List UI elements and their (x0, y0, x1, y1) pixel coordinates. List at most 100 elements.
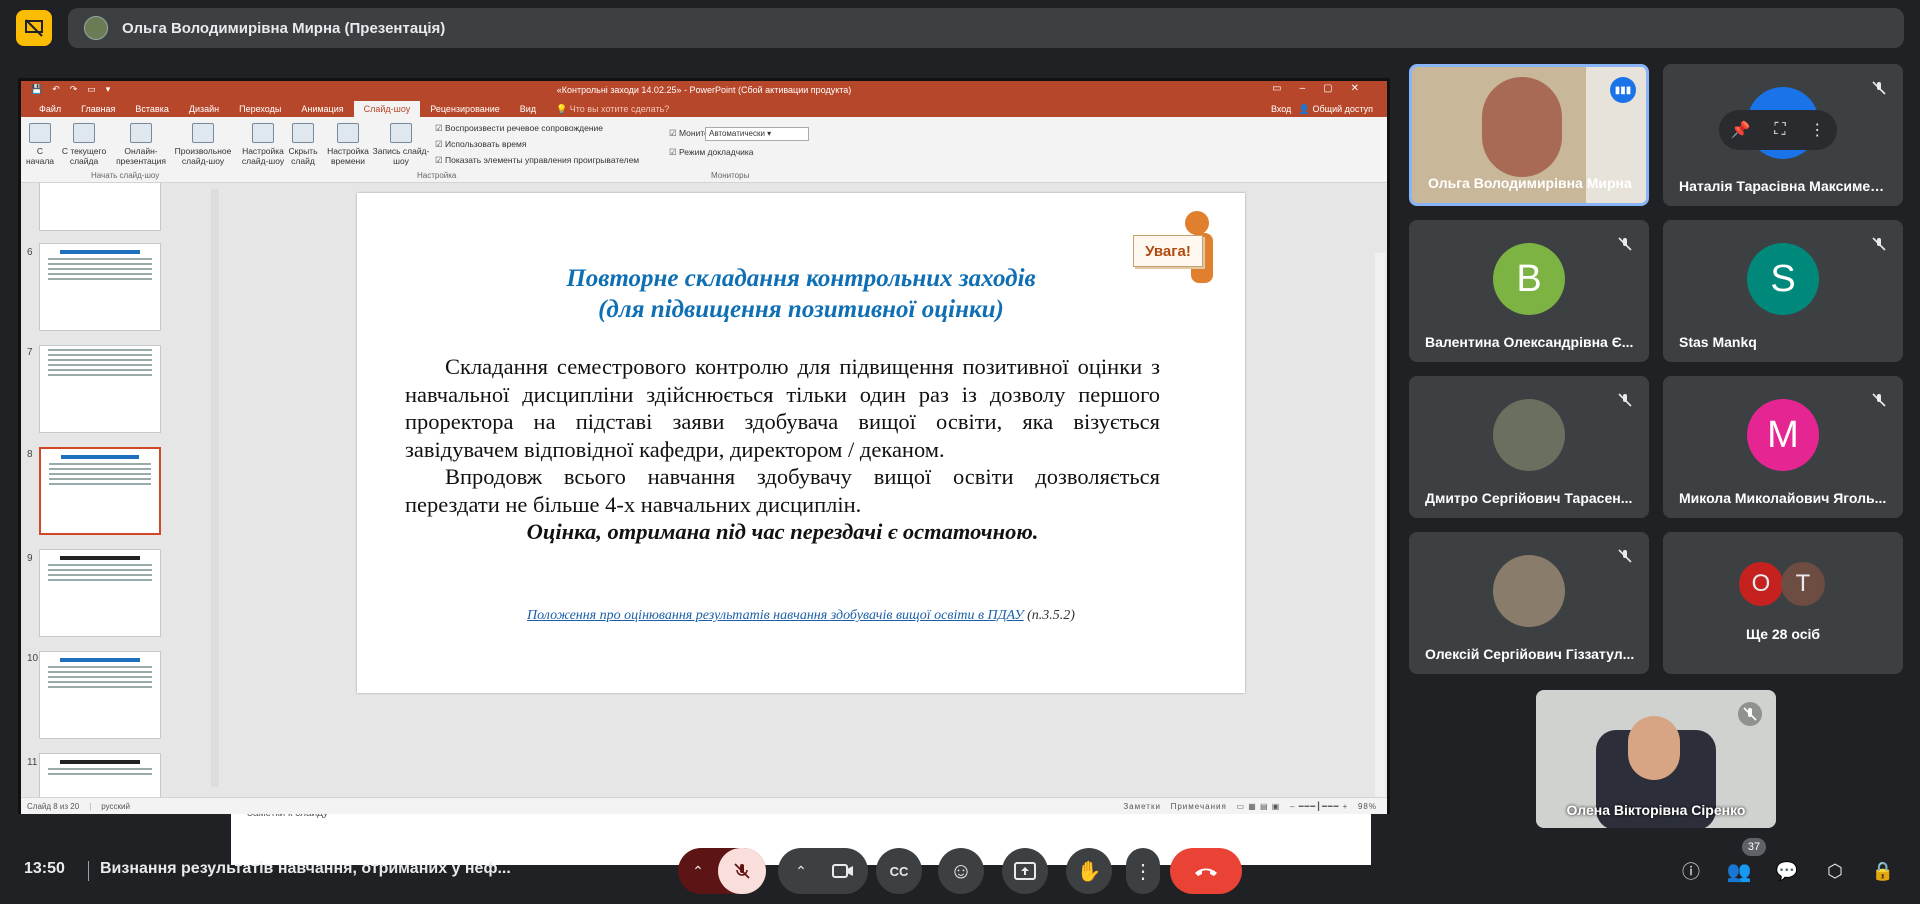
camera-options-chevron-icon[interactable]: ⌃ (781, 863, 821, 880)
participant-name: Stas Mankq (1679, 334, 1757, 350)
group-setup-label: Настройка (417, 171, 457, 180)
presentation-banner[interactable]: Ольга Володимирівна Мирна (Презентація) (68, 8, 1904, 48)
participant-avatar: M (1747, 399, 1819, 471)
end-call-icon (1195, 868, 1217, 876)
tab-design[interactable]: Дизайн (179, 101, 229, 117)
top-bar: Ольга Володимирівна Мирна (Презентація) (0, 0, 1920, 56)
slide-thumb-7[interactable] (39, 345, 161, 433)
activities-button[interactable]: ⬡ (1820, 856, 1850, 886)
zoom-level[interactable]: 98% (1358, 802, 1377, 811)
window-controls[interactable]: ▭–▢✕ (1272, 83, 1377, 94)
monitor-select[interactable]: Автоматически ▾ (705, 127, 809, 141)
tab-file[interactable]: Файл (29, 101, 71, 117)
share-button[interactable]: Общий доступ (1313, 104, 1373, 114)
participant-tile[interactable]: Дмитро Сергійович Тарасен... (1409, 376, 1649, 518)
slide-thumb-5[interactable] (39, 183, 161, 231)
tab-animations[interactable]: Анимация (291, 101, 353, 117)
more-participants-tile[interactable]: O T Ще 28 осіб (1663, 532, 1903, 674)
online-icon (130, 123, 152, 143)
slideshow-current-icon (73, 123, 95, 143)
comments-toggle[interactable]: Примечания (1171, 802, 1227, 811)
fit-icon[interactable]: ⛶ (1774, 121, 1785, 139)
mic-off-icon (1618, 549, 1632, 563)
slide-thumb-10[interactable] (39, 651, 161, 739)
thumbnail-scrollbar[interactable] (211, 189, 219, 787)
chk-timings[interactable]: Использовать время (435, 139, 526, 150)
slide-thumb-9[interactable] (39, 549, 161, 637)
participant-tile[interactable]: В Валентина Олександрівна Є... (1409, 220, 1649, 362)
host-controls-button[interactable]: 🔒 (1868, 856, 1898, 886)
slide-thumb-6[interactable] (39, 243, 161, 331)
captions-button[interactable]: CC (876, 848, 922, 894)
people-button[interactable]: 👥 (1724, 856, 1754, 886)
slide-scrollbar[interactable] (1375, 253, 1385, 813)
notes-toggle[interactable]: Заметки (1123, 802, 1161, 811)
slide-body: Складання семестрового контролю для підв… (405, 353, 1160, 546)
participant-name: Ольга Володимирівна Мирна (1428, 175, 1632, 191)
thumb-number: 6 (27, 247, 33, 258)
quick-access-icons[interactable]: 💾↶↷▭▾ (31, 84, 120, 95)
participant-tile[interactable]: ▮▮▮ Ольга Володимирівна Мирна (1409, 64, 1649, 206)
custom-show-button[interactable]: Произвольное слайд-шоу (171, 123, 235, 166)
tell-me-search[interactable]: 💡 Что вы хотите сделать? (546, 101, 679, 117)
chk-presenter-view[interactable]: Режим докладчика (669, 147, 754, 158)
slide-paragraph-2: Впродовж всього навчання здобувачу вищої… (405, 464, 1160, 517)
hide-slide-button[interactable]: Скрыть слайд (285, 123, 321, 166)
pin-icon[interactable]: 📌 (1731, 120, 1751, 140)
timer-icon (337, 123, 359, 143)
reactions-button[interactable]: ☺ (938, 848, 984, 894)
more-options-icon[interactable]: ⋮ (1809, 120, 1825, 140)
participant-name: Дмитро Сергійович Тарасен... (1425, 490, 1633, 506)
ppt-tab-bar: Файл Главная Вставка Дизайн Переходы Ани… (21, 99, 1387, 117)
participant-avatar: T (1781, 562, 1825, 606)
mic-off-icon (734, 863, 750, 879)
slideshow-icon (29, 123, 51, 143)
mic-options-chevron-icon[interactable]: ⌃ (678, 863, 718, 880)
raise-hand-button[interactable]: ✋ (1066, 848, 1112, 894)
tab-transitions[interactable]: Переходы (229, 101, 291, 117)
presenter-avatar (84, 16, 108, 40)
online-present-button[interactable]: Онлайн-презентация (111, 123, 171, 166)
group-start-label: Начать слайд-шоу (91, 171, 160, 180)
sign-in-link[interactable]: Вход (1271, 104, 1291, 114)
present-screen-icon (1014, 862, 1036, 880)
tab-view[interactable]: Вид (510, 101, 546, 117)
record-button[interactable]: Запись слайд-шоу (371, 123, 431, 166)
participant-tile[interactable]: M Микола Миколайович Яголь... (1663, 376, 1903, 518)
slide-paragraph-1: Складання семестрового контролю для підв… (405, 354, 1160, 462)
tab-review[interactable]: Рецензирование (420, 101, 510, 117)
more-options-button[interactable]: ⋮ (1126, 848, 1160, 894)
self-view-tile[interactable]: Олена Вікторівна Сіренко (1536, 690, 1776, 828)
camera-button[interactable] (821, 863, 865, 879)
tab-slideshow[interactable]: Слайд-шоу (353, 101, 421, 117)
hand-icon: ✋ (1076, 860, 1102, 883)
from-current-button[interactable]: С текущего слайда (59, 123, 109, 166)
tile-hover-menu[interactable]: 📌 ⛶ ⋮ (1719, 110, 1837, 150)
tab-home[interactable]: Главная (71, 101, 125, 117)
from-start-button[interactable]: С начала (25, 123, 55, 166)
participant-tile[interactable]: 📌 ⛶ ⋮ Наталія Тарасівна Максимен... (1663, 64, 1903, 206)
slide-thumb-8-selected[interactable] (39, 447, 161, 535)
regulation-link[interactable]: Положення про оцінювання результатів нав… (527, 608, 1024, 623)
tab-insert[interactable]: Вставка (125, 101, 178, 117)
participant-avatar: O (1739, 562, 1783, 606)
rehearse-button[interactable]: Настройка времени (323, 123, 373, 166)
participant-tile[interactable]: Олексій Сергійович Гіззатул... (1409, 532, 1649, 674)
chk-player-controls[interactable]: Показать элементы управления проигрывате… (435, 155, 639, 166)
leave-call-button[interactable] (1170, 848, 1242, 894)
meeting-info-button[interactable]: ⓘ (1676, 856, 1706, 886)
account-area[interactable]: Вход 👤 Общий доступ (1271, 101, 1387, 117)
setup-show-button[interactable]: Настройка слайд-шоу (239, 123, 287, 166)
slide-thumb-11[interactable] (39, 753, 161, 797)
present-screen-button[interactable] (1002, 848, 1048, 894)
participant-name: Микола Миколайович Яголь... (1679, 490, 1887, 506)
mic-off-button[interactable] (718, 848, 766, 894)
from-current-label: С текущего слайда (61, 146, 107, 166)
language-indicator[interactable]: русский (101, 802, 130, 811)
thumb-number: 9 (27, 553, 33, 564)
participant-tile[interactable]: S Stas Mankq (1663, 220, 1903, 362)
chat-button[interactable]: 💬 (1772, 856, 1802, 886)
chk-narration[interactable]: Воспроизвести речевое сопровождение (435, 123, 603, 134)
mic-off-icon (1872, 393, 1886, 407)
speaking-indicator-icon: ▮▮▮ (1610, 77, 1636, 103)
